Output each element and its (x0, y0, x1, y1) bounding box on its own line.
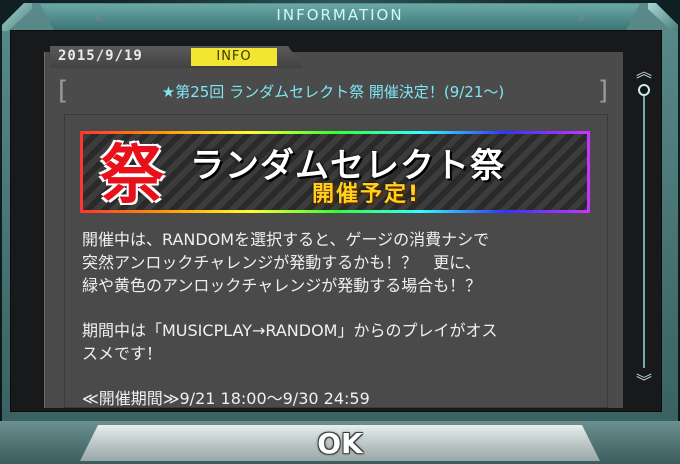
arrow-right-icon: » (577, 10, 586, 26)
article-headline: ★第25回 ランダムセレクト祭 開催決定！(9/21～) (161, 83, 505, 101)
bracket-right: ] (597, 76, 608, 106)
event-period: ≪開催期間≫9/21 18:00～9/30 24:59 (82, 389, 370, 408)
body-paragraph: 期間中は「MUSICPLAY→RANDOM」からのプレイがオス スメです！ (82, 321, 498, 363)
ok-label: OK (317, 427, 363, 460)
article-date: 2015/9/19 (58, 48, 143, 64)
banner-kanji: 祭 (100, 138, 164, 213)
scroll-track[interactable] (643, 88, 645, 368)
scroll-up-icon[interactable]: ︽ (634, 62, 654, 82)
arrow-left-icon: « (94, 10, 103, 26)
headline-row: [ ★第25回 ランダムセレクト祭 開催決定！(9/21～) ] (58, 76, 608, 106)
body-paragraph: 開催中は、RANDOMを選択すると、ゲージの消費ナシで 突然アンロックチャレンジ… (82, 230, 490, 295)
scrollbar[interactable]: ︽ ︾ (626, 62, 662, 402)
scroll-down-icon[interactable]: ︾ (634, 372, 654, 392)
ok-button[interactable]: OK (80, 425, 600, 461)
banner-subtitle: 開催予定! (312, 182, 421, 207)
scroll-thumb[interactable] (638, 84, 650, 96)
article-body: 開催中は、RANDOMを選択すると、ゲージの消費ナシで 突然アンロックチャレンジ… (82, 228, 592, 410)
info-badge: INFO (191, 48, 277, 66)
